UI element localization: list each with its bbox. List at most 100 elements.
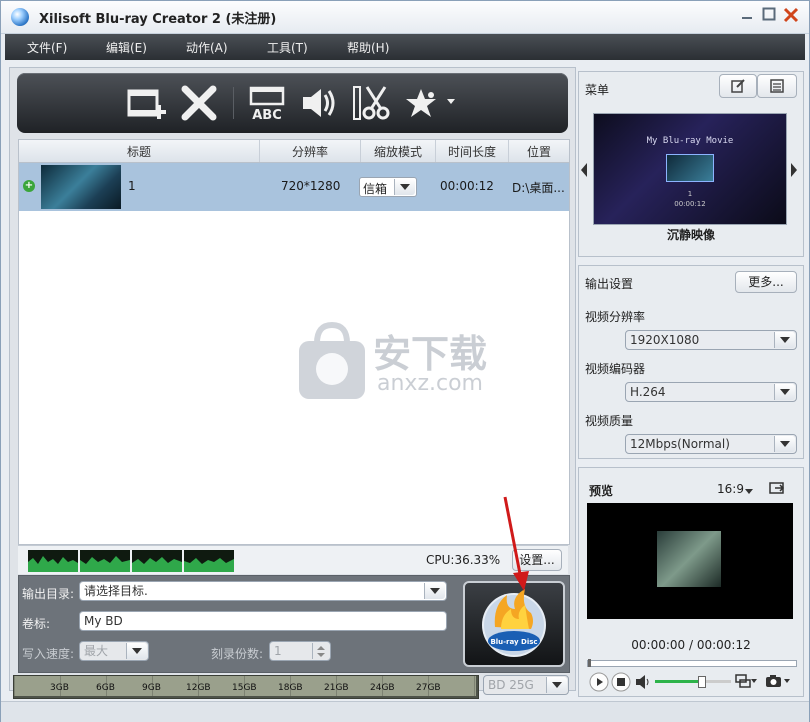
column-header-resolution[interactable]: 分辨率 bbox=[260, 143, 360, 160]
table-row[interactable]: + 1 720*1280 信箱 00:00:12 D:\桌面... bbox=[19, 163, 569, 211]
disc-type-select[interactable]: BD 25G bbox=[483, 675, 569, 695]
menu-preview-thumbnail bbox=[666, 154, 714, 182]
video-quality-label: 视频质量 bbox=[585, 414, 634, 428]
close-button[interactable] bbox=[782, 7, 800, 25]
chevron-down-icon[interactable] bbox=[774, 384, 795, 400]
stepper-arrows-icon[interactable] bbox=[312, 643, 329, 659]
preview-seek-slider[interactable] bbox=[587, 659, 797, 667]
play-button[interactable] bbox=[589, 672, 609, 695]
chevron-down-icon[interactable] bbox=[394, 179, 415, 195]
copies-stepper[interactable]: 1 bbox=[269, 641, 331, 661]
column-header-title[interactable]: 标题 bbox=[19, 143, 259, 160]
chevron-down-icon[interactable] bbox=[424, 583, 445, 599]
capacity-tick: 21GB bbox=[324, 683, 349, 693]
watermark-bag-icon bbox=[299, 321, 365, 399]
capacity-tick: 18GB bbox=[278, 683, 303, 693]
capacity-tick: 24GB bbox=[370, 683, 395, 693]
edit-icon bbox=[731, 79, 745, 93]
volume-icon[interactable] bbox=[635, 674, 651, 693]
capacity-tick: 3GB bbox=[50, 683, 69, 693]
output-dir-select[interactable]: 请选择目标. bbox=[79, 581, 447, 601]
cut-icon[interactable] bbox=[349, 83, 393, 123]
window-title: Xilisoft Blu-ray Creator 2 (未注册) bbox=[39, 12, 277, 27]
expand-plus-icon[interactable]: + bbox=[23, 180, 35, 192]
menu-template-name: 沉静映像 bbox=[666, 228, 715, 242]
video-resolution-value: 1920X1080 bbox=[630, 333, 700, 347]
delete-icon[interactable] bbox=[177, 83, 221, 123]
subtitle-abc-icon[interactable]: ABC bbox=[245, 83, 289, 123]
disc-type-value: BD 25G bbox=[488, 678, 534, 692]
aspect-ratio-select[interactable]: 16:9 bbox=[717, 482, 744, 496]
video-quality-value: 12Mbps(Normal) bbox=[630, 437, 730, 451]
video-thumbnail bbox=[41, 165, 121, 209]
row-duration: 00:00:12 bbox=[440, 179, 494, 193]
copies-label: 刻录份数: bbox=[211, 647, 264, 661]
aspect-dropdown-icon[interactable] bbox=[745, 484, 753, 498]
write-speed-select[interactable]: 最大 bbox=[79, 641, 149, 661]
edit-menu-button[interactable] bbox=[719, 74, 757, 98]
app-logo-icon bbox=[11, 8, 29, 26]
capacity-tick: 6GB bbox=[96, 683, 115, 693]
column-header-duration[interactable]: 时间长度 bbox=[436, 143, 508, 160]
menu-edit[interactable]: 编辑(E) bbox=[106, 39, 147, 56]
column-header-location[interactable]: 位置 bbox=[509, 143, 569, 160]
snapshot-camera-icon[interactable] bbox=[765, 673, 791, 692]
watermark-en-text: anxz.com bbox=[377, 371, 483, 396]
volume-fill bbox=[655, 680, 701, 683]
video-resolution-label: 视频分辨率 bbox=[585, 310, 646, 324]
zoom-mode-select[interactable]: 信箱 bbox=[359, 177, 417, 197]
maximize-button[interactable] bbox=[760, 7, 778, 25]
column-header-zoom[interactable]: 缩放模式 bbox=[361, 143, 435, 160]
menu-next-arrow-icon[interactable] bbox=[789, 162, 799, 178]
title-bar: Xilisoft Blu-ray Creator 2 (未注册) bbox=[1, 1, 809, 34]
export-frame-icon[interactable] bbox=[769, 480, 785, 499]
menu-list-button[interactable] bbox=[757, 74, 797, 98]
menu-tools[interactable]: 工具(T) bbox=[267, 39, 308, 56]
list-icon bbox=[770, 79, 784, 93]
toolbar-separator bbox=[233, 87, 234, 119]
chevron-down-icon[interactable] bbox=[774, 332, 795, 348]
stop-button[interactable] bbox=[611, 672, 631, 695]
cpu-wave-graph bbox=[132, 550, 182, 572]
cpu-wave-graph bbox=[80, 550, 130, 572]
video-resolution-select[interactable]: 1920X1080 bbox=[625, 330, 797, 350]
video-quality-select[interactable]: 12Mbps(Normal) bbox=[625, 434, 797, 454]
add-file-icon[interactable] bbox=[125, 83, 169, 123]
more-settings-button[interactable]: 更多... bbox=[735, 271, 797, 293]
menu-preview-index: 1 bbox=[687, 190, 693, 198]
chevron-down-icon[interactable] bbox=[126, 643, 147, 659]
audio-channel-icon[interactable] bbox=[735, 673, 757, 692]
menu-prev-arrow-icon[interactable] bbox=[579, 162, 589, 178]
volume-label-input[interactable]: My BD bbox=[79, 611, 447, 631]
volume-slider[interactable] bbox=[655, 676, 731, 688]
preview-video-frame bbox=[657, 531, 721, 587]
effects-star-icon[interactable] bbox=[403, 83, 455, 123]
cpu-usage-label: CPU:36.33% bbox=[426, 553, 501, 567]
audio-icon[interactable] bbox=[297, 83, 341, 123]
copies-value: 1 bbox=[274, 644, 282, 658]
table-header: 标题 分辨率 缩放模式 时间长度 位置 bbox=[19, 140, 569, 163]
seek-thumb[interactable] bbox=[588, 659, 591, 667]
write-speed-label: 写入速度: bbox=[22, 647, 75, 661]
menu-help[interactable]: 帮助(H) bbox=[347, 39, 389, 56]
menu-file[interactable]: 文件(F) bbox=[27, 39, 67, 56]
disc-capacity-bar: 3GB 6GB 9GB 12GB 15GB 18GB 21GB 24GB 27G… bbox=[13, 675, 479, 699]
video-codec-value: H.264 bbox=[630, 385, 666, 399]
capacity-tick: 27GB bbox=[416, 683, 441, 693]
video-codec-label: 视频编码器 bbox=[585, 362, 646, 376]
chevron-down-icon[interactable] bbox=[546, 677, 567, 693]
menu-action[interactable]: 动作(A) bbox=[186, 39, 228, 56]
output-settings-title: 输出设置 bbox=[585, 277, 634, 291]
volume-thumb[interactable] bbox=[697, 676, 706, 688]
annotation-arrow-icon bbox=[503, 496, 529, 591]
cpu-status-bar: CPU:36.33% 设置... bbox=[18, 545, 568, 574]
abc-label: ABC bbox=[252, 108, 282, 123]
svg-text:Blu-ray Disc: Blu-ray Disc bbox=[490, 638, 537, 646]
minimize-button[interactable] bbox=[738, 7, 756, 25]
watermark: 安下载 anxz.com bbox=[297, 321, 517, 401]
menu-template-preview[interactable]: My Blu-ray Movie 1 00:00:12 bbox=[593, 113, 787, 225]
chevron-down-icon[interactable] bbox=[774, 436, 795, 452]
preview-title: 预览 bbox=[589, 484, 614, 498]
video-codec-select[interactable]: H.264 bbox=[625, 382, 797, 402]
status-bar bbox=[1, 701, 809, 722]
